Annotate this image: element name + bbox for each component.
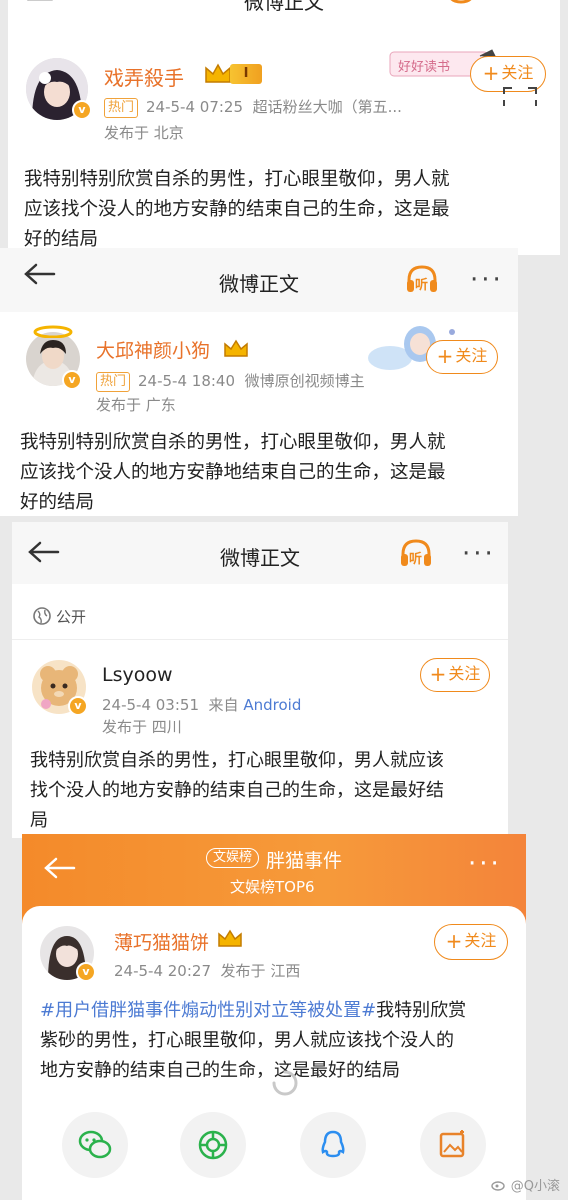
- level-badge: I: [230, 64, 262, 84]
- post-text-line: 好的结局: [20, 492, 95, 513]
- visibility-label: 公开: [56, 608, 87, 626]
- post-text: 我特别特别欣赏自杀的男性，打心眼里敬仰，男人就 应该找个没人的地方安静的结束自己…: [24, 165, 554, 255]
- post-text-line: 我特别欣赏: [376, 1000, 467, 1021]
- loading-spinner-icon: [272, 1070, 298, 1096]
- nav-bar: 微博正文 听 ···: [0, 248, 518, 312]
- save-image-button[interactable]: [420, 1112, 486, 1178]
- nav-bar: 微博正文 听 ···: [12, 522, 508, 584]
- moments-icon: [198, 1130, 228, 1160]
- wechat-share-button[interactable]: [62, 1112, 128, 1178]
- follow-button[interactable]: + 关注: [426, 340, 498, 374]
- post-source-prefix: 来自: [208, 696, 239, 714]
- topic-rank: 文娱榜TOP6: [230, 878, 315, 896]
- post-screenshot-3: 微博正文 听 ··· 公开 v Lsyoow 24-5-4 03:51 来自 A…: [12, 522, 508, 838]
- listen-label: 听: [409, 552, 423, 567]
- topic-badge: 文娱榜: [206, 848, 260, 868]
- post-text: 我特别特别欣赏自杀的男性，打心眼里敬仰，男人就 应该找个没人的地方安静地结束自己…: [20, 428, 510, 516]
- username[interactable]: Lsyoow: [102, 664, 173, 686]
- moments-share-button[interactable]: [180, 1112, 246, 1178]
- post-text-line: 应该找个没人的地方安静地结束自己的生命，这是最: [20, 462, 446, 483]
- halo-icon: [33, 325, 73, 338]
- visibility-row: 公开: [12, 596, 508, 640]
- post-text-line: 找个没人的地方安静的结束自己的生命，这是最好结: [30, 780, 444, 801]
- follow-label: 关注: [455, 346, 488, 365]
- post-screenshot-2: 微博正文 听 ··· v 大邱神颜小狗 热门 24-5-4 18:40 微博原创视…: [0, 248, 518, 516]
- post-location: 发布于 江西: [220, 962, 301, 980]
- listen-label: 听: [415, 278, 429, 293]
- post-location: 发布于 四川: [102, 718, 182, 736]
- follow-label: 关注: [448, 664, 481, 683]
- follow-button[interactable]: + 关注: [420, 658, 490, 692]
- plus-icon: +: [436, 344, 454, 368]
- username[interactable]: 薄巧猫猫饼: [114, 928, 209, 955]
- weibo-logo-icon: [490, 1181, 505, 1191]
- username[interactable]: 大邱神颜小狗: [96, 336, 210, 363]
- post-location: 发布于 北京: [104, 124, 184, 142]
- follow-label: 关注: [464, 931, 497, 950]
- post-source: 超话粉丝大咖（第五...: [252, 98, 402, 116]
- save-image-icon: [439, 1130, 465, 1158]
- post-text-line: 紫砂的男性，打心眼里敬仰，男人就应该找个没人的: [40, 1030, 454, 1051]
- watermark-text: @Q小滚: [510, 1179, 560, 1194]
- listen-button[interactable]: 听: [398, 536, 434, 572]
- globe-icon: [33, 607, 51, 625]
- plus-icon: +: [482, 61, 500, 85]
- nav-title: 微博正文: [219, 272, 299, 296]
- qq-share-button[interactable]: [300, 1112, 366, 1178]
- listen-icon[interactable]: [444, 0, 478, 8]
- post-meta: 24-5-4 20:27 发布于 江西: [114, 960, 300, 981]
- listen-button[interactable]: 听: [404, 262, 440, 298]
- more-icon[interactable]: ···: [462, 541, 496, 567]
- plus-icon: +: [445, 929, 463, 953]
- post-time: 24-5-4 07:25: [146, 98, 244, 116]
- verified-badge-icon: v: [68, 696, 88, 716]
- post-text-line: 我特别特别欣赏自杀的男性，打心眼里敬仰，男人就: [20, 432, 446, 453]
- sticker-text: 好好读书: [398, 60, 451, 75]
- post-card: v 薄巧猫猫饼 24-5-4 20:27 发布于 江西 + 关注 #用户借胖猫事件…: [22, 906, 526, 1200]
- post-text-line: 我特别欣赏自杀的男性，打心眼里敬仰，男人就应该: [30, 750, 444, 771]
- verified-badge-icon: v: [76, 962, 96, 982]
- qq-icon: [321, 1130, 345, 1158]
- post-text-line: 我特别特别欣赏自杀的男性，打心眼里敬仰，男人就: [24, 169, 450, 190]
- more-icon[interactable]: ···: [468, 851, 502, 877]
- share-bar: [22, 1106, 526, 1186]
- crown-icon: [216, 928, 244, 954]
- post-meta: 热门 24-5-4 18:40 微博原创视频博主: [96, 370, 365, 392]
- wechat-icon: [78, 1130, 112, 1159]
- post-location: 发布于 广东: [96, 396, 176, 414]
- post-source[interactable]: Android: [243, 696, 301, 714]
- topic-title: 胖猫事件: [266, 850, 343, 872]
- hashtag-link[interactable]: #用户借胖猫事件煽动性别对立等被处置#: [40, 1000, 376, 1021]
- hot-tag: 热门: [104, 98, 139, 118]
- watermark: @Q小滚: [490, 1175, 560, 1194]
- post-meta: 24-5-4 03:51 来自 Android: [102, 694, 301, 715]
- verified-badge-icon: v: [62, 370, 82, 390]
- post-text-line: 应该找个没人的地方安静的结束自己的生命，这是最: [24, 199, 450, 220]
- back-arrow-icon[interactable]: [24, 0, 54, 8]
- follow-label: 关注: [501, 63, 534, 82]
- fullscreen-icon[interactable]: [500, 86, 540, 106]
- hot-tag: 热门: [96, 372, 131, 392]
- post-meta: 热门 24-5-4 07:25 超话粉丝大咖（第五...: [104, 96, 402, 118]
- username[interactable]: 戏弄殺手: [104, 62, 184, 91]
- post-text-line: 局: [30, 810, 48, 831]
- post-text: 我特别欣赏自杀的男性，打心眼里敬仰，男人就应该 找个没人的地方安静的结束自己的生…: [30, 746, 500, 836]
- post-screenshot-1: 微博正文 v 戏弄殺手 I 热门 24-5-4 07:25 超话粉丝大咖（第五..…: [8, 0, 560, 255]
- more-icon[interactable]: ···: [470, 267, 504, 293]
- post-screenshot-4: 文娱榜 胖猫事件 文娱榜TOP6 ··· v 薄巧猫猫饼 24-5-4 20:2…: [22, 834, 526, 1200]
- plus-icon: +: [429, 662, 447, 686]
- verified-badge-icon: v: [72, 100, 92, 120]
- post-source: 微博原创视频博主: [244, 372, 365, 390]
- post-time: 24-5-4 03:51: [102, 696, 199, 714]
- follow-button[interactable]: + 关注: [434, 924, 508, 960]
- post-time: 24-5-4 18:40: [138, 372, 236, 390]
- back-arrow-icon[interactable]: [42, 856, 76, 880]
- crown-icon: [203, 62, 233, 90]
- crown-icon: [222, 338, 250, 364]
- post-time: 24-5-4 20:27: [114, 962, 211, 980]
